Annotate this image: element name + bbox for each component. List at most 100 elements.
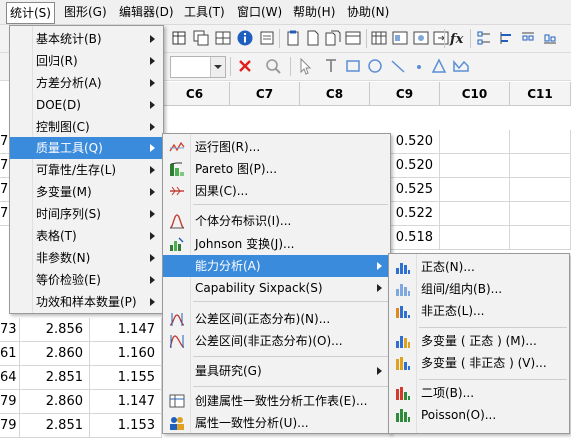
menu-item-control-charts[interactable]: 控制图(C) xyxy=(10,116,163,138)
menu-item-power-sample-size[interactable]: 功效和样本数量(P) xyxy=(10,291,163,313)
menu-item-capability-sixpack[interactable]: Capability Sixpack(S) xyxy=(163,277,390,299)
menu-item-multivariate-normal[interactable]: 多变量 ( 正态 ) (M)... xyxy=(389,330,569,352)
menu-item-create-attribute-worksheet[interactable]: 创建属性一致性分析工作表(E)... xyxy=(163,390,390,412)
menu-graph[interactable]: 图形(G) xyxy=(63,4,108,21)
menu-item-capability-nonnormal[interactable]: 非正态(L)... xyxy=(389,300,569,322)
menu-item-multivariate[interactable]: 多变量(M) xyxy=(10,181,163,203)
function-icon[interactable]: fx xyxy=(448,29,466,47)
table-cell[interactable]: 2.860 xyxy=(20,390,90,414)
table-cell[interactable]: 2.851 xyxy=(20,366,90,390)
cell-c11[interactable] xyxy=(510,178,571,202)
menu-item-capability-between-within[interactable]: 组间/组内(B)... xyxy=(389,278,569,300)
worksheets-icon[interactable] xyxy=(192,29,210,47)
cell-c10[interactable] xyxy=(440,226,510,250)
rows-icon[interactable] xyxy=(519,29,537,47)
menu-item-johnson[interactable]: Johnson 变换(J)... xyxy=(163,233,390,255)
sheet-icon[interactable] xyxy=(258,29,276,47)
menu-tools[interactable]: 工具(T) xyxy=(183,4,226,21)
column-header-c10[interactable]: C10 xyxy=(440,82,510,106)
project-icon[interactable] xyxy=(412,29,430,47)
row-number[interactable]: 79 xyxy=(0,390,20,414)
info-icon[interactable] xyxy=(236,29,254,47)
grid-icon[interactable] xyxy=(214,29,232,47)
columns-icon[interactable] xyxy=(497,29,515,47)
table-cell[interactable]: 2.851 xyxy=(20,414,90,438)
rows-alt-icon[interactable] xyxy=(541,29,559,47)
menu-editor[interactable]: 编辑器(D) xyxy=(118,4,175,21)
new-worksheet-icon[interactable] xyxy=(170,29,188,47)
menu-window[interactable]: 窗口(W) xyxy=(236,4,283,21)
column-header-c8[interactable]: C8 xyxy=(300,82,370,106)
menu-item-cause-effect[interactable]: 因果(C)... xyxy=(163,180,390,202)
zoom-icon[interactable] xyxy=(264,57,282,75)
row-number[interactable]: 64 xyxy=(0,366,20,390)
cell-c11[interactable] xyxy=(510,202,571,226)
menu-stat[interactable]: 统计(S) xyxy=(6,2,55,24)
cell-c11[interactable] xyxy=(510,154,571,178)
menu-item-nonparametrics[interactable]: 非参数(N) xyxy=(10,247,163,269)
cell-c10[interactable] xyxy=(440,154,510,178)
table-cell[interactable]: 1.153 xyxy=(90,414,162,438)
menu-item-poisson[interactable]: Poisson(O)... xyxy=(389,404,569,426)
table-cell[interactable]: 1.147 xyxy=(90,318,162,342)
menu-item-capability-analysis[interactable]: 能力分析(A) xyxy=(163,255,390,277)
dropdown-button[interactable] xyxy=(210,57,225,77)
menu-help[interactable]: 帮助(H) xyxy=(292,4,336,21)
menu-item-run-chart[interactable]: 运行图(R)... xyxy=(163,136,390,158)
cell-c11[interactable] xyxy=(510,130,571,154)
row-number[interactable]: 79 xyxy=(0,414,20,438)
table-cell[interactable]: 2.860 xyxy=(20,342,90,366)
clipboard-icon[interactable] xyxy=(284,29,302,47)
menu-item-gage-study[interactable]: 量具研究(G) xyxy=(163,360,390,382)
menu-item-basic-stats[interactable]: 基本统计(B) xyxy=(10,28,163,50)
report-icon[interactable] xyxy=(391,29,409,47)
menu-item-equivalence[interactable]: 等价检验(E) xyxy=(10,269,163,291)
table-cell[interactable]: 1.155 xyxy=(90,366,162,390)
close-icon[interactable] xyxy=(236,57,254,75)
font-dropdown[interactable] xyxy=(170,56,226,78)
documents-icon[interactable] xyxy=(324,29,342,47)
menu-item-tolerance-nonnormal[interactable]: 公差区间(非正态分布)(O)... xyxy=(163,330,390,352)
column-header-c6[interactable]: C6 xyxy=(160,82,230,106)
polyline-icon[interactable] xyxy=(452,57,470,75)
new-document-icon[interactable] xyxy=(304,29,322,47)
menu-item-reliability[interactable]: 可靠性/生存(L) xyxy=(10,159,163,181)
column-header-c9[interactable]: C9 xyxy=(370,82,440,106)
text-tool-icon[interactable] xyxy=(322,57,340,75)
menu-item-quality-tools[interactable]: 质量工具(Q) xyxy=(10,137,163,159)
menu-item-label: 运行图(R)... xyxy=(195,140,261,154)
column-header-c7[interactable]: C7 xyxy=(230,82,300,106)
menu-item-attribute-agreement[interactable]: 属性一致性分析(U)... xyxy=(163,412,390,434)
line-icon[interactable] xyxy=(389,57,407,75)
rectangle-icon[interactable] xyxy=(344,57,362,75)
row-number[interactable]: 61 xyxy=(0,342,20,366)
menu-item-binomial[interactable]: 二项(B)... xyxy=(389,382,569,404)
table-cell[interactable]: 1.160 xyxy=(90,342,162,366)
menu-item-multivariate-nonnormal[interactable]: 多变量 ( 非正态 ) (V)... xyxy=(389,352,569,374)
menu-assist[interactable]: 协助(N) xyxy=(346,4,390,21)
data-window-icon[interactable] xyxy=(370,29,388,47)
menu-item-regression[interactable]: 回归(R) xyxy=(10,50,163,72)
table-icon[interactable] xyxy=(344,29,362,47)
polygon-icon[interactable] xyxy=(430,57,448,75)
table-cell[interactable]: 2.856 xyxy=(20,318,90,342)
menu-item-tolerance-normal[interactable]: 公差区间(正态分布)(N)... xyxy=(163,308,390,330)
align-icon[interactable] xyxy=(475,29,493,47)
ellipse-icon[interactable] xyxy=(366,57,384,75)
menu-item-individual-distribution[interactable]: 个体分布标识(I)... xyxy=(163,210,390,232)
menu-item-tables[interactable]: 表格(T) xyxy=(10,225,163,247)
point-icon[interactable] xyxy=(410,57,428,75)
menu-item-time-series[interactable]: 时间序列(S) xyxy=(10,203,163,225)
menu-item-capability-normal[interactable]: 正态(N)... xyxy=(389,256,569,278)
menu-item-pareto[interactable]: Pareto 图(P)... xyxy=(163,158,390,180)
cell-c10[interactable] xyxy=(440,202,510,226)
pointer-icon[interactable] xyxy=(296,57,314,75)
table-cell[interactable]: 1.147 xyxy=(90,390,162,414)
menu-item-doe[interactable]: DOE(D) xyxy=(10,94,163,116)
cell-c10[interactable] xyxy=(440,130,510,154)
cell-c11[interactable] xyxy=(510,226,571,250)
menu-item-anova[interactable]: 方差分析(A) xyxy=(10,72,163,94)
row-number[interactable]: 73 xyxy=(0,318,20,342)
column-header-c11[interactable]: C11 xyxy=(510,82,571,106)
cell-c10[interactable] xyxy=(440,178,510,202)
